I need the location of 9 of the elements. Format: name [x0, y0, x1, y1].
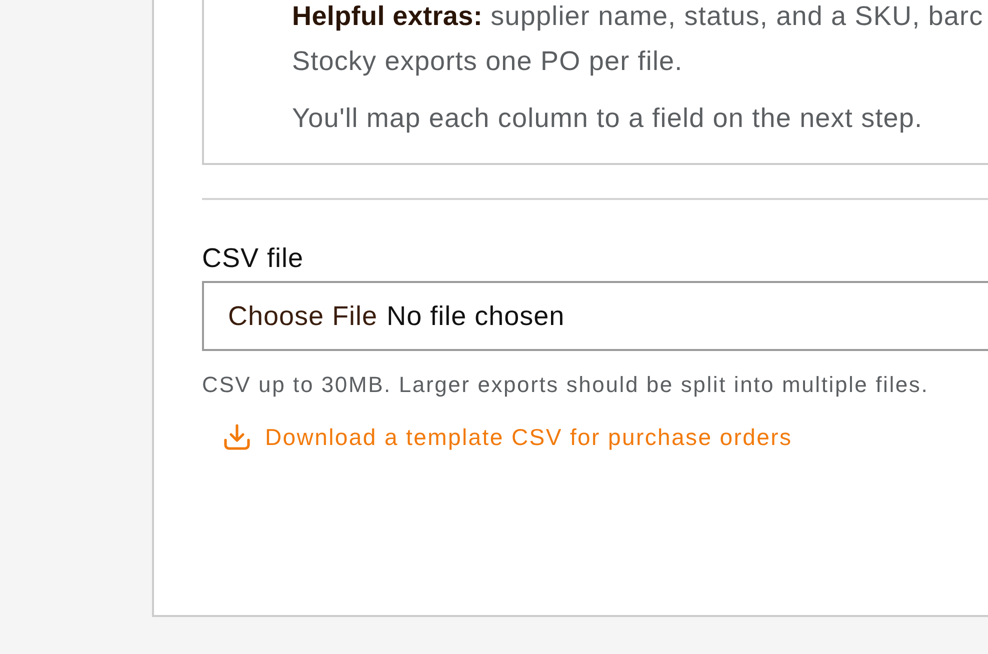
- file-input-field[interactable]: Choose File No file chosen: [202, 281, 988, 351]
- file-status-text: No file chosen: [386, 300, 565, 332]
- help-text: CSV up to 30MB. Larger exports should be split into multiple files.: [202, 371, 930, 399]
- download-icon: [223, 423, 251, 451]
- info-text: Stocky exports one PO per file.: [292, 45, 684, 78]
- info-text: Helpful extras: supplier name, status, and a SKU, barc: [292, 0, 984, 32]
- info-text: You'll map each column to a field on the next step.: [292, 102, 924, 135]
- field-label: CSV file: [202, 243, 305, 273]
- choose-file-button[interactable]: Choose File: [228, 300, 378, 332]
